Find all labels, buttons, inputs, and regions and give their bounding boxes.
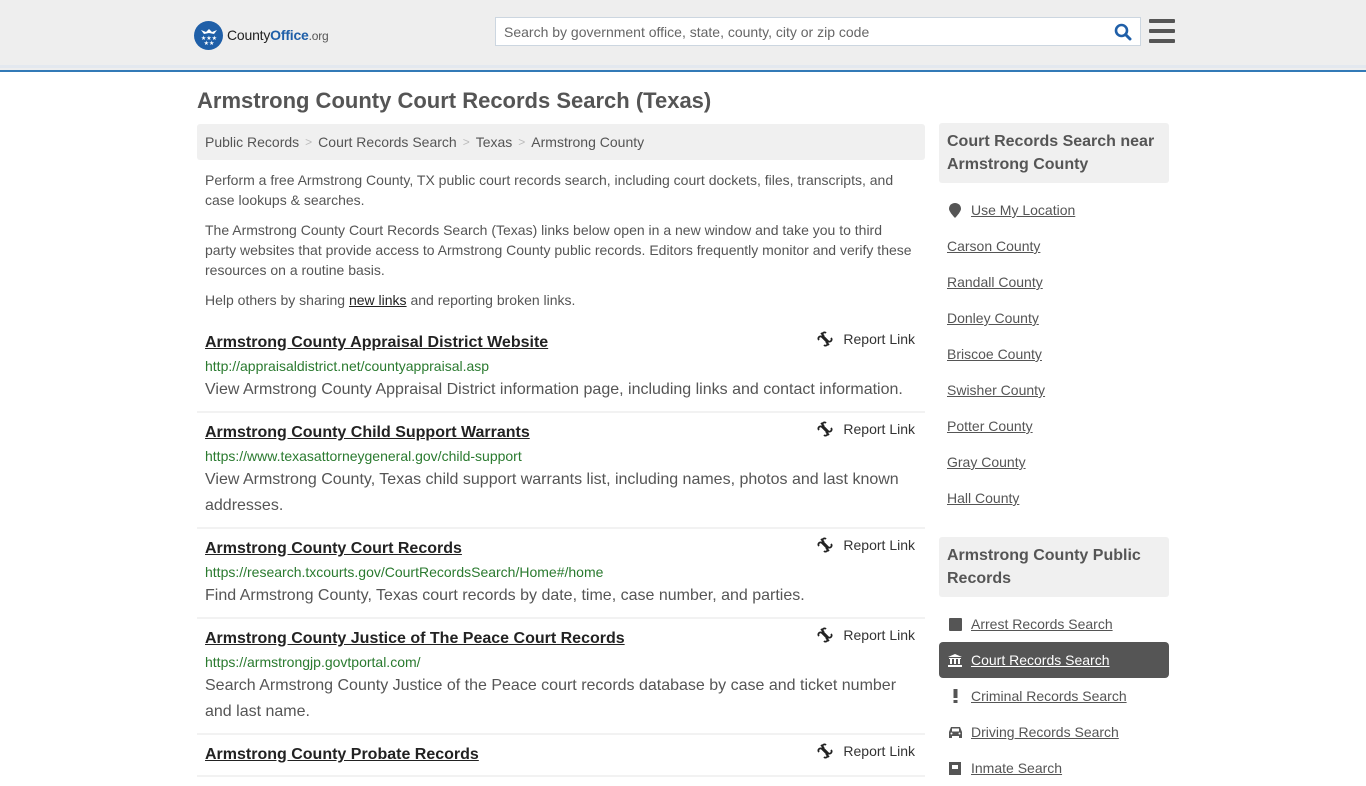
nearby-county-item: Hall County: [939, 480, 1169, 516]
broken-link-icon: [817, 743, 833, 759]
page-title: Armstrong County Court Records Search (T…: [197, 88, 712, 113]
breadcrumb-court-records-search[interactable]: Court Records Search: [318, 134, 457, 150]
breadcrumb-texas[interactable]: Texas: [476, 134, 513, 150]
nearby-county-item: Gray County: [939, 444, 1169, 480]
svg-text:★★: ★★: [203, 40, 214, 46]
result-item: Armstrong County Probate Records Report …: [197, 735, 925, 777]
use-my-location-item: Use My Location: [939, 192, 1169, 228]
county-link-briscoe[interactable]: Briscoe County: [947, 346, 1042, 362]
public-records-panel: Armstrong County Public Records Arrest R…: [939, 537, 1169, 786]
result-title-link[interactable]: Armstrong County Child Support Warrants: [205, 421, 530, 445]
nearby-county-item: Swisher County: [939, 372, 1169, 408]
court-records-search-link[interactable]: Court Records Search: [971, 652, 1110, 668]
result-title-link[interactable]: Armstrong County Appraisal District Webs…: [205, 331, 548, 355]
square-icon: [947, 617, 963, 631]
result-url[interactable]: https://armstrongjp.govtportal.com/: [205, 651, 917, 673]
result-url[interactable]: http://appraisaldistrict.net/countyappra…: [205, 355, 917, 377]
report-link-button[interactable]: Report Link: [817, 537, 915, 553]
broken-link-icon: [817, 537, 833, 553]
result-item: Armstrong County Appraisal District Webs…: [197, 323, 925, 413]
result-url[interactable]: https://www.texasattorneygeneral.gov/chi…: [205, 445, 917, 467]
result-description: Find Armstrong County, Texas court recor…: [205, 587, 805, 604]
search-input[interactable]: [496, 18, 1106, 45]
search-icon: [1114, 23, 1132, 40]
broken-link-icon: [817, 331, 833, 347]
breadcrumb-separator: >: [518, 135, 526, 149]
intro-paragraph-3: Help others by sharing new links and rep…: [205, 292, 576, 308]
logo-text: CountyOffice.org: [227, 27, 329, 43]
new-links-link[interactable]: new links: [349, 292, 407, 308]
use-my-location-link[interactable]: Use My Location: [971, 202, 1075, 218]
intro-text: Perform a free Armstrong County, TX publ…: [205, 170, 917, 320]
nearby-county-item: Carson County: [939, 228, 1169, 264]
driving-records-search-link[interactable]: Driving Records Search: [971, 724, 1119, 740]
search-button[interactable]: [1106, 18, 1140, 45]
county-link-donley[interactable]: Donley County: [947, 310, 1039, 326]
nearby-heading: Court Records Search near Armstrong Coun…: [939, 123, 1169, 183]
county-link-swisher[interactable]: Swisher County: [947, 382, 1045, 398]
result-title-link[interactable]: Armstrong County Probate Records: [205, 743, 479, 767]
public-records-heading: Armstrong County Public Records: [939, 537, 1169, 597]
hamburger-menu-icon[interactable]: [1149, 19, 1175, 43]
site-search: [495, 17, 1141, 46]
nearby-counties-panel: Court Records Search near Armstrong Coun…: [939, 123, 1169, 516]
countyoffice-logo[interactable]: ★★★ ★★ CountyOffice.org: [194, 20, 329, 50]
inmate-search-link[interactable]: Inmate Search: [971, 760, 1062, 776]
intro-paragraph-1: Perform a free Armstrong County, TX publ…: [205, 172, 894, 208]
county-link-carson[interactable]: Carson County: [947, 238, 1040, 254]
nearby-county-item: Potter County: [939, 408, 1169, 444]
breadcrumb: Public Records > Court Records Search > …: [197, 124, 925, 160]
menu-bar: [1149, 19, 1175, 23]
result-description: Search Armstrong County Justice of the P…: [205, 677, 897, 720]
county-link-gray[interactable]: Gray County: [947, 454, 1026, 470]
report-link-button[interactable]: Report Link: [817, 331, 915, 347]
eagle-stars-logo-icon: ★★★ ★★: [194, 20, 223, 50]
county-link-hall[interactable]: Hall County: [947, 490, 1019, 506]
broken-link-icon: [817, 627, 833, 643]
inmate-icon: [947, 761, 963, 775]
report-link-button[interactable]: Report Link: [817, 421, 915, 437]
result-item: Armstrong County Child Support Warrants …: [197, 413, 925, 529]
result-title-link[interactable]: Armstrong County Justice of The Peace Co…: [205, 627, 625, 651]
record-type-item-active: Court Records Search: [939, 642, 1169, 678]
result-description: View Armstrong County, Texas child suppo…: [205, 471, 899, 514]
nearby-county-list: Use My Location Carson County Randall Co…: [939, 192, 1169, 516]
car-icon: [947, 726, 963, 738]
results-list: Armstrong County Appraisal District Webs…: [197, 323, 925, 777]
public-records-list: Arrest Records Search Court Records Sear…: [939, 606, 1169, 786]
breadcrumb-armstrong-county[interactable]: Armstrong County: [531, 134, 644, 150]
result-item: Armstrong County Court Records https://r…: [197, 529, 925, 619]
report-link-button[interactable]: Report Link: [817, 743, 915, 759]
criminal-records-search-link[interactable]: Criminal Records Search: [971, 688, 1127, 704]
nearby-county-item: Briscoe County: [939, 336, 1169, 372]
report-link-button[interactable]: Report Link: [817, 627, 915, 643]
breadcrumb-separator: >: [462, 135, 470, 149]
courthouse-icon: [947, 653, 963, 667]
menu-bar: [1149, 39, 1175, 43]
record-type-item: Driving Records Search: [939, 714, 1169, 750]
arrest-records-search-link[interactable]: Arrest Records Search: [971, 616, 1113, 632]
record-type-item: Arrest Records Search: [939, 606, 1169, 642]
result-description: View Armstrong County Appraisal District…: [205, 381, 903, 398]
nearby-county-item: Randall County: [939, 264, 1169, 300]
broken-link-icon: [817, 421, 833, 437]
record-type-item: Inmate Search: [939, 750, 1169, 786]
breadcrumb-public-records[interactable]: Public Records: [205, 134, 299, 150]
menu-bar: [1149, 29, 1175, 33]
result-item: Armstrong County Justice of The Peace Co…: [197, 619, 925, 735]
breadcrumb-separator: >: [305, 135, 313, 149]
result-url[interactable]: https://research.txcourts.gov/CourtRecor…: [205, 561, 917, 583]
nearby-county-item: Donley County: [939, 300, 1169, 336]
county-link-randall[interactable]: Randall County: [947, 274, 1043, 290]
county-link-potter[interactable]: Potter County: [947, 418, 1033, 434]
record-type-item: Criminal Records Search: [939, 678, 1169, 714]
map-marker-icon: [947, 202, 963, 218]
result-title-link[interactable]: Armstrong County Court Records: [205, 537, 462, 561]
exclamation-icon: [947, 689, 963, 703]
intro-paragraph-2: The Armstrong County Court Records Searc…: [205, 222, 912, 278]
site-header: ★★★ ★★ CountyOffice.org: [0, 0, 1366, 72]
